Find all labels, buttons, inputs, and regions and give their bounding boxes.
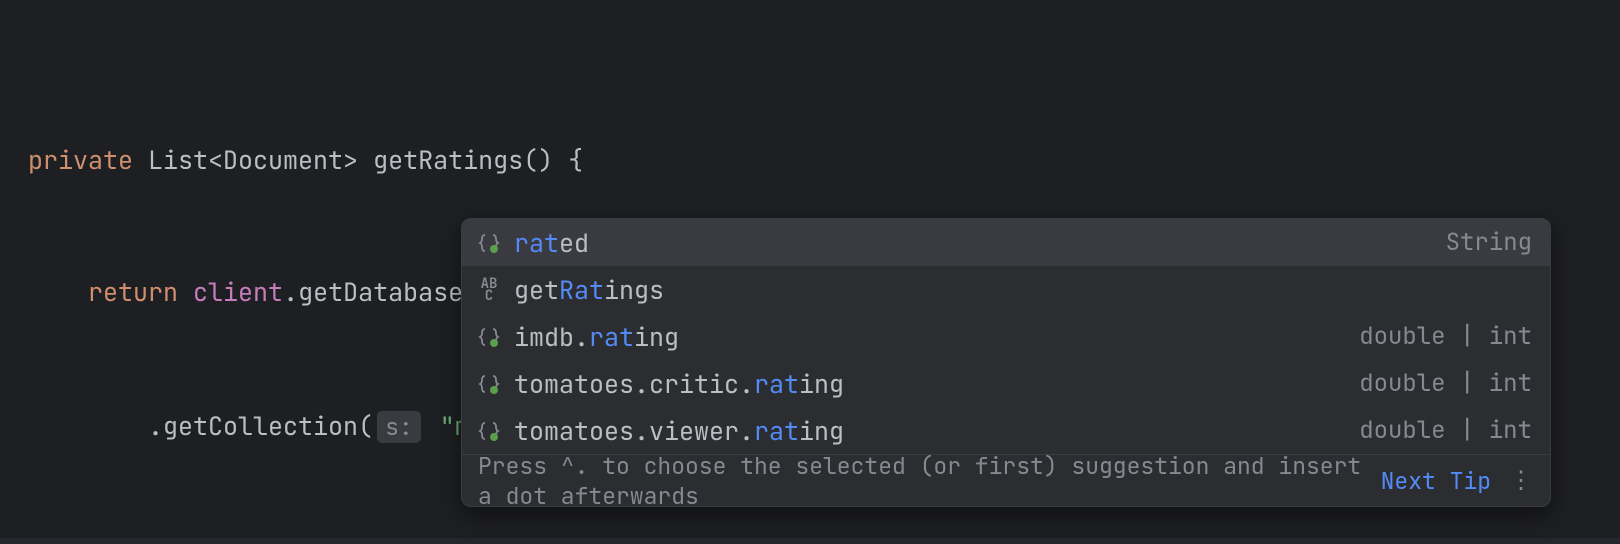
autocomplete-item[interactable]: imdb.rating double | int [462, 313, 1550, 360]
autocomplete-type: double | int [1359, 415, 1532, 446]
code-line[interactable]: private List<Document> getRatings() { [28, 138, 1592, 182]
autocomplete-type: double | int [1359, 321, 1532, 352]
parens: () [523, 143, 553, 177]
autocomplete-item[interactable]: tomatoes.viewer.rating double | int [462, 407, 1550, 454]
word-icon: ABC [476, 277, 502, 303]
param-hint: s: [377, 411, 421, 443]
code-line-current[interactable]: .find(Filters.eq(value: "rat"))FindItera… [0, 538, 1620, 544]
autocomplete-label: imdb.rating [514, 320, 1359, 354]
method-call: getCollection [163, 409, 358, 443]
autocomplete-footer: Press ^. to choose the selected (or firs… [462, 454, 1550, 506]
field-icon [476, 324, 502, 350]
method-call: getDatabase [298, 275, 463, 309]
autocomplete-label: getRatings [514, 273, 1532, 307]
next-tip-link[interactable]: Next Tip [1381, 466, 1491, 496]
paren-open: ( [358, 409, 373, 443]
keyword-private: private [28, 143, 133, 177]
autocomplete-tip-text: Press ^. to choose the selected (or firs… [478, 451, 1367, 508]
autocomplete-type: double | int [1359, 368, 1532, 399]
field-icon [476, 230, 502, 256]
autocomplete-type: String [1446, 227, 1532, 258]
more-icon[interactable]: ⋮ [1509, 465, 1534, 496]
dot: . [283, 275, 298, 309]
autocomplete-item[interactable]: rated String [462, 219, 1550, 266]
autocomplete-label: tomatoes.viewer.rating [514, 414, 1359, 448]
dot: . [148, 409, 163, 443]
field-ref: client [193, 275, 283, 309]
method-name: getRatings [373, 143, 523, 177]
autocomplete-item[interactable]: tomatoes.critic.rating double | int [462, 360, 1550, 407]
brace-open: { [553, 143, 583, 177]
autocomplete-label: rated [514, 226, 1446, 260]
autocomplete-item[interactable]: ABC getRatings [462, 266, 1550, 313]
autocomplete-popup: rated String ABC getRatings imdb.rating … [461, 218, 1551, 507]
type-ref: List<Document> [148, 143, 358, 177]
field-icon [476, 371, 502, 397]
field-icon [476, 418, 502, 444]
keyword-return: return [88, 275, 178, 309]
autocomplete-label: tomatoes.critic.rating [514, 367, 1359, 401]
